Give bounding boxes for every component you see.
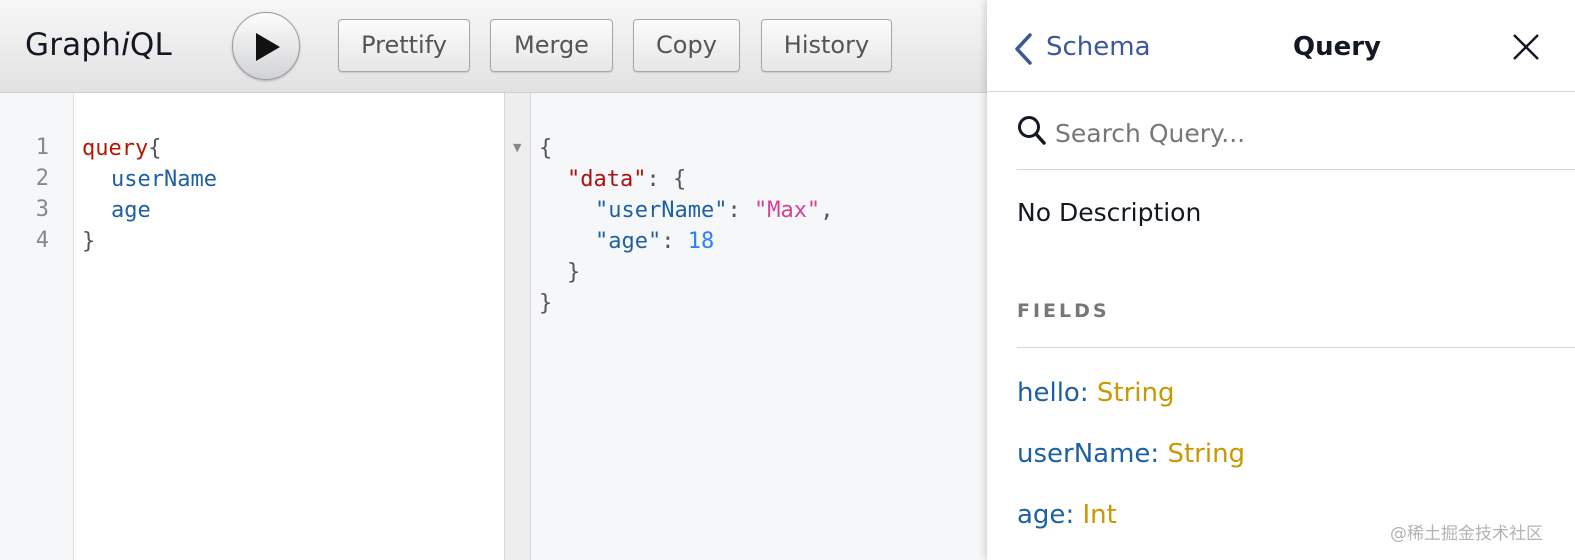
query-editor[interactable]: query{ userName age }	[74, 93, 504, 560]
line-number: 3	[35, 197, 49, 222]
result-key: "userName"	[595, 198, 728, 223]
line-number: 1	[35, 135, 49, 160]
watermark: @稀土掘金技术社区	[1390, 524, 1543, 544]
close-brace: }	[82, 229, 96, 254]
fold-arrow-icon[interactable]: ▼	[513, 141, 521, 154]
field-name-link[interactable]: hello	[1017, 378, 1080, 408]
result-line: "data": {	[567, 167, 687, 192]
type-description: No Description	[1017, 198, 1202, 227]
query-keyword: query	[82, 136, 149, 161]
prettify-button[interactable]: Prettify	[338, 19, 470, 72]
field-item: hello: String	[1017, 378, 1175, 408]
section-divider	[1017, 347, 1575, 348]
field-type-link[interactable]: Int	[1082, 500, 1116, 530]
query-line-3[interactable]: age	[111, 195, 151, 226]
close-icon	[1513, 34, 1539, 60]
query-field: userName	[111, 167, 217, 192]
result-line: }	[567, 260, 581, 285]
field-name-link[interactable]: age	[1017, 500, 1065, 530]
search-input[interactable]	[1055, 113, 1555, 153]
play-icon	[256, 33, 280, 61]
fields-section-title: FIELDS	[1017, 300, 1110, 322]
docs-title: Query	[1292, 32, 1382, 62]
merge-button[interactable]: Merge	[490, 19, 613, 72]
open-brace: {	[148, 136, 162, 161]
search-icon	[1018, 116, 1046, 145]
graphiql-logo: GraphiQL	[25, 27, 172, 63]
field-item: age: Int	[1017, 500, 1117, 530]
docs-explorer: Schema Query No Description FIELDS hello…	[987, 0, 1575, 560]
field-item: userName: String	[1017, 439, 1246, 469]
result-line: "age": 18	[595, 229, 715, 254]
copy-button[interactable]: Copy	[633, 19, 740, 72]
line-number: 4	[35, 228, 49, 253]
editor-drag-handle[interactable]	[504, 93, 531, 560]
field-type-link[interactable]: String	[1097, 378, 1175, 408]
docs-header: Schema Query	[987, 0, 1575, 92]
docs-search	[1017, 93, 1575, 170]
result-viewer: { "data": { "userName": "Max", "age": 18…	[531, 93, 987, 560]
history-button[interactable]: History	[761, 19, 892, 72]
query-field: age	[111, 198, 151, 223]
query-line-2[interactable]: userName	[111, 164, 217, 195]
field-name-link[interactable]: userName	[1017, 439, 1150, 469]
result-line: }	[539, 291, 553, 316]
result-number-value: 18	[687, 229, 715, 254]
result-line: {	[539, 136, 553, 161]
line-number-gutter: 1 2 3 4	[0, 93, 74, 560]
result-key: "data"	[567, 167, 647, 192]
execute-query-button[interactable]	[232, 12, 300, 80]
field-type-link[interactable]: String	[1167, 439, 1245, 469]
result-key: "age"	[595, 229, 662, 254]
result-line: "userName": "Max",	[595, 198, 834, 223]
toolbar: GraphiQL Prettify Merge Copy History	[0, 0, 990, 93]
result-string-value: "Max"	[753, 198, 821, 223]
query-line-4[interactable]: }	[82, 226, 95, 257]
query-line-1[interactable]: query{	[82, 133, 161, 164]
line-number: 2	[35, 166, 49, 191]
close-docs-button[interactable]	[1512, 33, 1544, 65]
